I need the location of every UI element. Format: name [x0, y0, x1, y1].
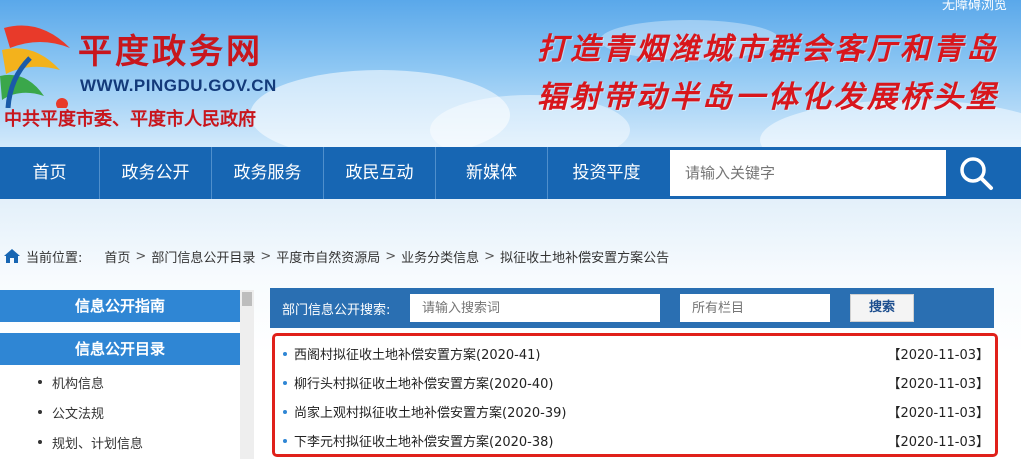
sidebar-heading-guide[interactable]: 信息公开指南 [0, 290, 240, 322]
breadcrumb-label: 当前位置: [26, 250, 83, 266]
list-item-date: 【2020-11-03】 [887, 377, 989, 392]
list-item-title[interactable]: 下李元村拟征收土地补偿安置方案(2020-38) [294, 431, 553, 450]
sidebar-item-planning[interactable]: 规划、计划信息 [37, 433, 143, 452]
list-item[interactable]: 尚家上观村拟征收土地补偿安置方案(2020-39) 【2020-11-03】 [275, 397, 995, 427]
site-search-input[interactable] [670, 150, 946, 196]
accessibility-link[interactable]: 无障碍浏览 [942, 0, 1007, 13]
breadcrumb-separator: > [385, 248, 397, 264]
list-item-date: 【2020-11-03】 [887, 406, 989, 421]
site-name[interactable]: 平度政务网 [78, 24, 263, 73]
scrollbar-thumb[interactable] [242, 292, 252, 306]
sidebar-item-org-info[interactable]: 机构信息 [37, 373, 104, 392]
bullet-icon [283, 381, 287, 385]
org-name: 中共平度市委、平度市人民政府 [4, 109, 256, 130]
dept-search-input[interactable] [410, 294, 660, 322]
site-search-button[interactable] [946, 150, 1006, 196]
list-item-title[interactable]: 柳行头村拟征收土地补偿安置方案(2020-40) [294, 373, 553, 392]
site-logo-icon[interactable] [0, 18, 76, 108]
header-banner: 平度政务网 WWW.PINGDU.GOV.CN 中共平度市委、平度市人民政府 无… [0, 0, 1021, 147]
dept-column-select[interactable] [680, 294, 830, 322]
slogan-line-1: 打造青烟潍城市群会客厅和青岛 [537, 32, 999, 67]
list-item-date: 【2020-11-03】 [887, 348, 989, 363]
bullet-icon [283, 352, 287, 356]
list-item-date: 【2020-11-03】 [887, 435, 989, 450]
nav-item-interaction[interactable]: 政民互动 [324, 147, 436, 199]
home-icon [4, 249, 20, 263]
announcement-list: 西阁村拟征收土地补偿安置方案(2020-41) 【2020-11-03】 柳行头… [272, 333, 998, 457]
breadcrumb-item[interactable]: 首页 [104, 247, 130, 266]
breadcrumb-item[interactable]: 业务分类信息 [401, 247, 479, 266]
list-item-title[interactable]: 尚家上观村拟征收土地补偿安置方案(2020-39) [294, 402, 566, 421]
breadcrumb-separator: > [260, 248, 272, 264]
bullet-icon [283, 410, 287, 414]
slogan-line-2: 辐射带动半岛一体化发展桥头堡 [537, 80, 999, 115]
search-icon [960, 157, 993, 190]
dept-search-button[interactable]: 搜索 [850, 294, 914, 322]
breadcrumb-item[interactable]: 平度市自然资源局 [276, 247, 380, 266]
breadcrumb-item[interactable]: 部门信息公开目录 [151, 247, 255, 266]
breadcrumb-separator: > [135, 248, 147, 264]
sidebar-scrollbar[interactable] [240, 290, 254, 459]
list-item[interactable]: 西阁村拟征收土地补偿安置方案(2020-41) 【2020-11-03】 [275, 339, 995, 369]
bullet-icon [283, 439, 287, 443]
site-url[interactable]: WWW.PINGDU.GOV.CN [80, 76, 277, 96]
breadcrumb-separator: > [484, 248, 496, 264]
list-item[interactable]: 柳行头村拟征收土地补偿安置方案(2020-40) 【2020-11-03】 [275, 368, 995, 398]
list-item-title[interactable]: 西阁村拟征收土地补偿安置方案(2020-41) [294, 344, 540, 363]
nav-item-gov-affairs[interactable]: 政务公开 [100, 147, 212, 199]
sidebar-heading-catalog[interactable]: 信息公开目录 [0, 333, 240, 365]
nav-item-invest[interactable]: 投资平度 [548, 147, 665, 199]
nav-item-new-media[interactable]: 新媒体 [436, 147, 548, 199]
list-item[interactable]: 下李元村拟征收土地补偿安置方案(2020-38) 【2020-11-03】 [275, 426, 995, 456]
sidebar-item-documents[interactable]: 公文法规 [37, 403, 104, 422]
dept-search-bar: 部门信息公开搜索: 搜索 [270, 288, 994, 328]
nav-item-gov-services[interactable]: 政务服务 [212, 147, 324, 199]
breadcrumb-item[interactable]: 拟征收土地补偿安置方案公告 [500, 247, 669, 266]
nav-item-home[interactable]: 首页 [0, 147, 100, 199]
dept-search-label: 部门信息公开搜索: [282, 303, 391, 318]
breadcrumb: 当前位置: 首页 > 部门信息公开目录 > 平度市自然资源局 > 业务分类信息 … [4, 246, 669, 266]
